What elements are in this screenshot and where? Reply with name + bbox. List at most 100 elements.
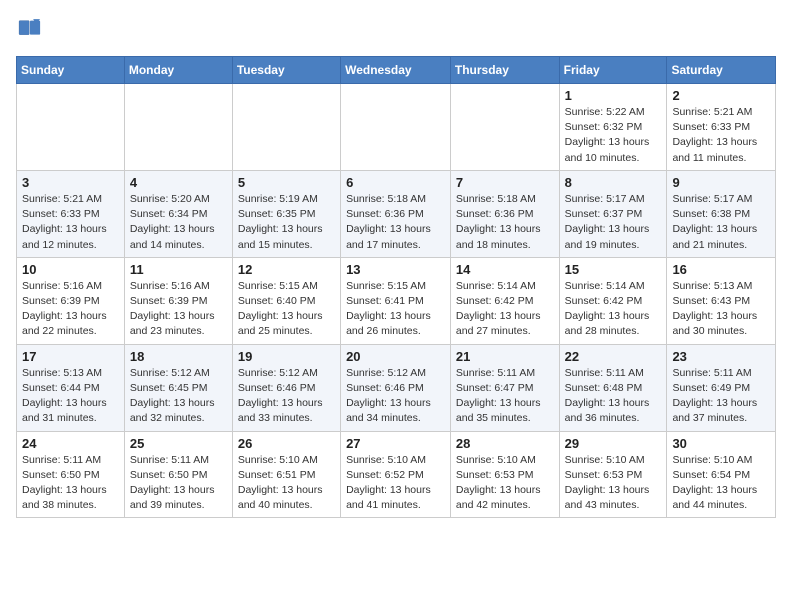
day-info: Sunrise: 5:10 AMSunset: 6:52 PMDaylight:… bbox=[346, 453, 445, 514]
calendar-cell: 22 Sunrise: 5:11 AMSunset: 6:48 PMDayligh… bbox=[559, 344, 667, 431]
day-number: 4 bbox=[130, 175, 227, 190]
day-number: 21 bbox=[456, 349, 554, 364]
day-info: Sunrise: 5:22 AMSunset: 6:32 PMDaylight:… bbox=[565, 105, 662, 166]
header-cell-saturday: Saturday bbox=[667, 57, 776, 84]
day-info: Sunrise: 5:16 AMSunset: 6:39 PMDaylight:… bbox=[22, 279, 119, 340]
day-number: 20 bbox=[346, 349, 445, 364]
calendar-cell: 20 Sunrise: 5:12 AMSunset: 6:46 PMDayligh… bbox=[341, 344, 451, 431]
day-info: Sunrise: 5:18 AMSunset: 6:36 PMDaylight:… bbox=[346, 192, 445, 253]
day-info: Sunrise: 5:14 AMSunset: 6:42 PMDaylight:… bbox=[456, 279, 554, 340]
day-info: Sunrise: 5:16 AMSunset: 6:39 PMDaylight:… bbox=[130, 279, 227, 340]
calendar-week-row: 10 Sunrise: 5:16 AMSunset: 6:39 PMDayligh… bbox=[17, 257, 776, 344]
day-number: 19 bbox=[238, 349, 335, 364]
day-info: Sunrise: 5:14 AMSunset: 6:42 PMDaylight:… bbox=[565, 279, 662, 340]
calendar-cell bbox=[450, 84, 559, 171]
calendar-cell: 7 Sunrise: 5:18 AMSunset: 6:36 PMDaylight… bbox=[450, 170, 559, 257]
calendar-cell: 29Sunrise: 5:10 AMSunset: 6:53 PMDayligh… bbox=[559, 431, 667, 518]
day-number: 28 bbox=[456, 436, 554, 451]
calendar-cell: 2 Sunrise: 5:21 AMSunset: 6:33 PMDaylight… bbox=[667, 84, 776, 171]
calendar-cell: 19Sunrise: 5:12 AMSunset: 6:46 PMDayligh… bbox=[232, 344, 340, 431]
calendar-cell: 23 Sunrise: 5:11 AMSunset: 6:49 PMDayligh… bbox=[667, 344, 776, 431]
day-number: 13 bbox=[346, 262, 445, 277]
day-info: Sunrise: 5:13 AMSunset: 6:43 PMDaylight:… bbox=[672, 279, 770, 340]
day-number: 22 bbox=[565, 349, 662, 364]
calendar-cell: 21Sunrise: 5:11 AMSunset: 6:47 PMDayligh… bbox=[450, 344, 559, 431]
page-header bbox=[16, 16, 776, 44]
day-number: 2 bbox=[672, 88, 770, 103]
calendar-cell: 9Sunrise: 5:17 AMSunset: 6:38 PMDaylight… bbox=[667, 170, 776, 257]
day-info: Sunrise: 5:12 AMSunset: 6:45 PMDaylight:… bbox=[130, 366, 227, 427]
header-cell-tuesday: Tuesday bbox=[232, 57, 340, 84]
calendar-cell: 6 Sunrise: 5:18 AMSunset: 6:36 PMDaylight… bbox=[341, 170, 451, 257]
header-cell-wednesday: Wednesday bbox=[341, 57, 451, 84]
day-info: Sunrise: 5:21 AMSunset: 6:33 PMDaylight:… bbox=[22, 192, 119, 253]
logo-icon bbox=[16, 16, 44, 44]
day-info: Sunrise: 5:12 AMSunset: 6:46 PMDaylight:… bbox=[346, 366, 445, 427]
calendar-cell: 18 Sunrise: 5:12 AMSunset: 6:45 PMDayligh… bbox=[124, 344, 232, 431]
day-info: Sunrise: 5:21 AMSunset: 6:33 PMDaylight:… bbox=[672, 105, 770, 166]
day-number: 23 bbox=[672, 349, 770, 364]
day-info: Sunrise: 5:11 AMSunset: 6:50 PMDaylight:… bbox=[130, 453, 227, 514]
calendar-cell bbox=[124, 84, 232, 171]
day-info: Sunrise: 5:11 AMSunset: 6:48 PMDaylight:… bbox=[565, 366, 662, 427]
calendar-week-row: 17Sunrise: 5:13 AMSunset: 6:44 PMDayligh… bbox=[17, 344, 776, 431]
calendar-body: 1Sunrise: 5:22 AMSunset: 6:32 PMDaylight… bbox=[17, 84, 776, 518]
day-number: 5 bbox=[238, 175, 335, 190]
calendar-cell: 13 Sunrise: 5:15 AMSunset: 6:41 PMDayligh… bbox=[341, 257, 451, 344]
calendar-cell: 24 Sunrise: 5:11 AMSunset: 6:50 PMDayligh… bbox=[17, 431, 125, 518]
day-info: Sunrise: 5:10 AMSunset: 6:54 PMDaylight:… bbox=[672, 453, 770, 514]
day-number: 14 bbox=[456, 262, 554, 277]
calendar-cell: 27 Sunrise: 5:10 AMSunset: 6:52 PMDayligh… bbox=[341, 431, 451, 518]
calendar-cell: 28 Sunrise: 5:10 AMSunset: 6:53 PMDayligh… bbox=[450, 431, 559, 518]
day-info: Sunrise: 5:11 AMSunset: 6:49 PMDaylight:… bbox=[672, 366, 770, 427]
day-number: 27 bbox=[346, 436, 445, 451]
calendar-table: SundayMondayTuesdayWednesdayThursdayFrid… bbox=[16, 56, 776, 518]
calendar-cell: 8 Sunrise: 5:17 AMSunset: 6:37 PMDaylight… bbox=[559, 170, 667, 257]
day-number: 6 bbox=[346, 175, 445, 190]
day-number: 3 bbox=[22, 175, 119, 190]
day-number: 18 bbox=[130, 349, 227, 364]
day-number: 10 bbox=[22, 262, 119, 277]
calendar-cell: 15 Sunrise: 5:14 AMSunset: 6:42 PMDayligh… bbox=[559, 257, 667, 344]
calendar-cell: 12 Sunrise: 5:15 AMSunset: 6:40 PMDayligh… bbox=[232, 257, 340, 344]
day-number: 12 bbox=[238, 262, 335, 277]
calendar-cell: 1Sunrise: 5:22 AMSunset: 6:32 PMDaylight… bbox=[559, 84, 667, 171]
calendar-cell: 26 Sunrise: 5:10 AMSunset: 6:51 PMDayligh… bbox=[232, 431, 340, 518]
calendar-cell: 3 Sunrise: 5:21 AMSunset: 6:33 PMDaylight… bbox=[17, 170, 125, 257]
header-cell-friday: Friday bbox=[559, 57, 667, 84]
calendar-cell bbox=[17, 84, 125, 171]
calendar-cell: 5 Sunrise: 5:19 AMSunset: 6:35 PMDaylight… bbox=[232, 170, 340, 257]
calendar-cell: 11Sunrise: 5:16 AMSunset: 6:39 PMDayligh… bbox=[124, 257, 232, 344]
day-info: Sunrise: 5:10 AMSunset: 6:53 PMDaylight:… bbox=[456, 453, 554, 514]
day-info: Sunrise: 5:15 AMSunset: 6:40 PMDaylight:… bbox=[238, 279, 335, 340]
header-row: SundayMondayTuesdayWednesdayThursdayFrid… bbox=[17, 57, 776, 84]
day-info: Sunrise: 5:13 AMSunset: 6:44 PMDaylight:… bbox=[22, 366, 119, 427]
day-info: Sunrise: 5:15 AMSunset: 6:41 PMDaylight:… bbox=[346, 279, 445, 340]
calendar-cell: 10 Sunrise: 5:16 AMSunset: 6:39 PMDayligh… bbox=[17, 257, 125, 344]
day-info: Sunrise: 5:17 AMSunset: 6:37 PMDaylight:… bbox=[565, 192, 662, 253]
day-number: 24 bbox=[22, 436, 119, 451]
day-number: 16 bbox=[672, 262, 770, 277]
day-number: 26 bbox=[238, 436, 335, 451]
day-info: Sunrise: 5:17 AMSunset: 6:38 PMDaylight:… bbox=[672, 192, 770, 253]
day-number: 7 bbox=[456, 175, 554, 190]
calendar-cell: 4 Sunrise: 5:20 AMSunset: 6:34 PMDaylight… bbox=[124, 170, 232, 257]
logo bbox=[16, 16, 48, 44]
day-info: Sunrise: 5:11 AMSunset: 6:50 PMDaylight:… bbox=[22, 453, 119, 514]
calendar-cell: 14 Sunrise: 5:14 AMSunset: 6:42 PMDayligh… bbox=[450, 257, 559, 344]
day-number: 30 bbox=[672, 436, 770, 451]
day-info: Sunrise: 5:18 AMSunset: 6:36 PMDaylight:… bbox=[456, 192, 554, 253]
calendar-header: SundayMondayTuesdayWednesdayThursdayFrid… bbox=[17, 57, 776, 84]
day-number: 8 bbox=[565, 175, 662, 190]
header-cell-sunday: Sunday bbox=[17, 57, 125, 84]
day-number: 25 bbox=[130, 436, 227, 451]
calendar-cell bbox=[232, 84, 340, 171]
day-number: 29 bbox=[565, 436, 662, 451]
day-info: Sunrise: 5:20 AMSunset: 6:34 PMDaylight:… bbox=[130, 192, 227, 253]
calendar-cell: 16 Sunrise: 5:13 AMSunset: 6:43 PMDayligh… bbox=[667, 257, 776, 344]
calendar-week-row: 24 Sunrise: 5:11 AMSunset: 6:50 PMDayligh… bbox=[17, 431, 776, 518]
calendar-cell bbox=[341, 84, 451, 171]
day-info: Sunrise: 5:19 AMSunset: 6:35 PMDaylight:… bbox=[238, 192, 335, 253]
day-info: Sunrise: 5:10 AMSunset: 6:51 PMDaylight:… bbox=[238, 453, 335, 514]
day-number: 15 bbox=[565, 262, 662, 277]
